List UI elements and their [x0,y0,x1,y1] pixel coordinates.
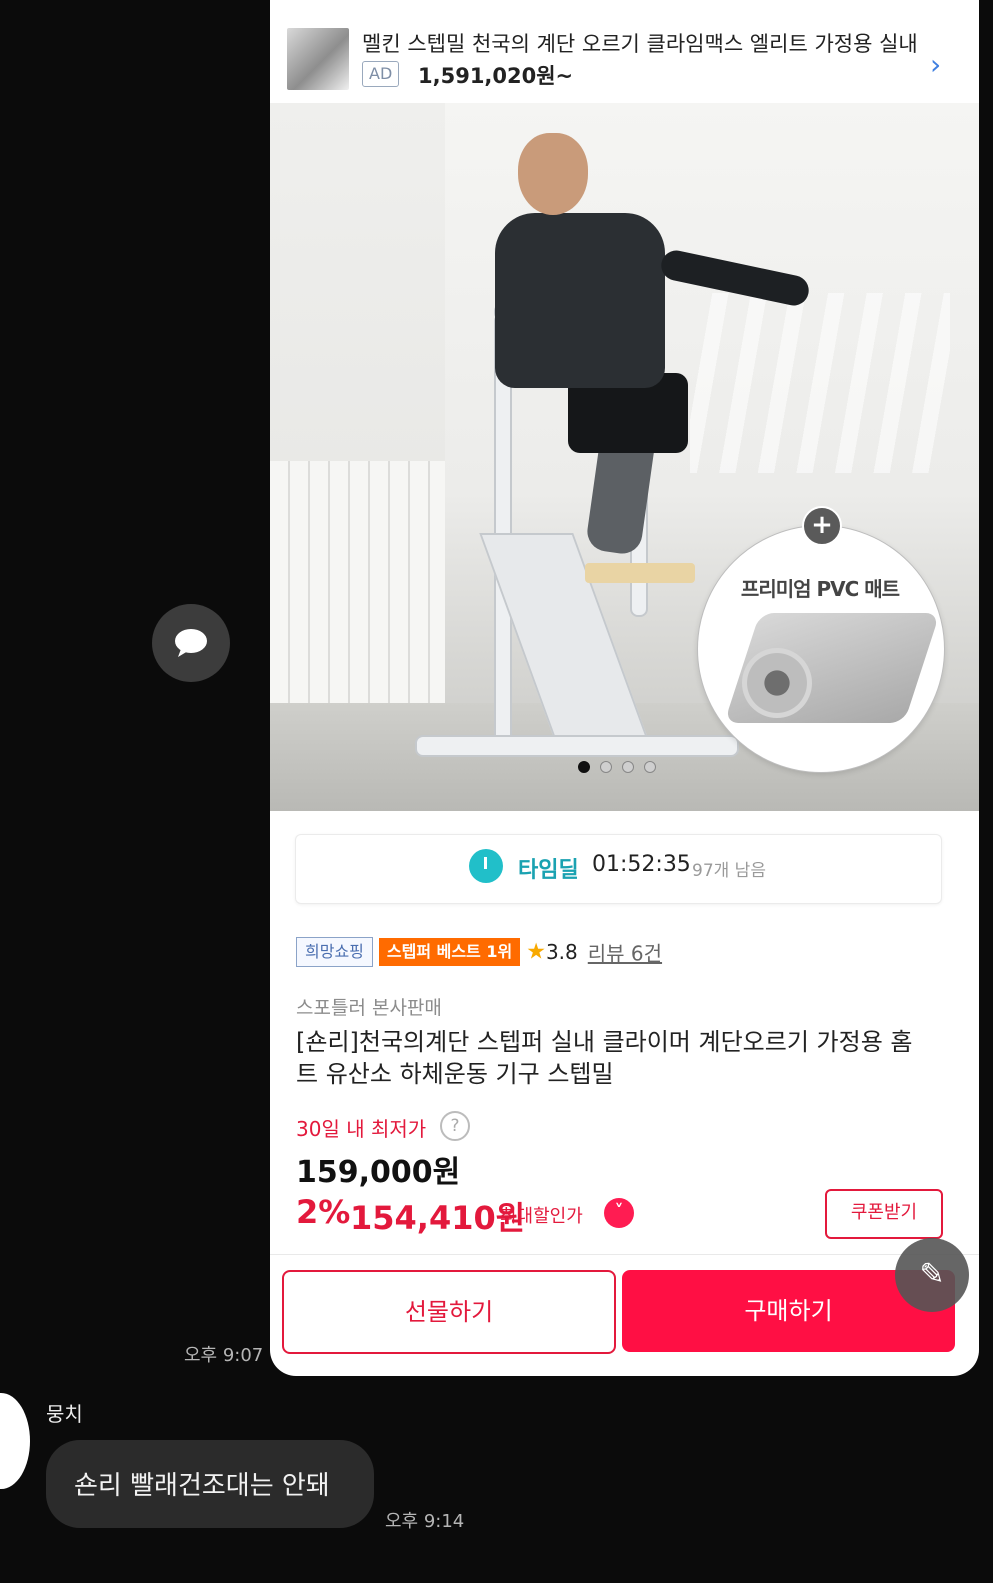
ad-price: 1,591,020원~ [418,64,574,88]
promo-title: 프리미엄 PVC 매트 [740,577,900,601]
discount-price: 154,410원 [350,1199,526,1237]
avatar[interactable] [0,1393,30,1489]
person-head [518,133,588,215]
alarm-clock-icon [469,849,503,883]
carousel-dot[interactable] [644,761,656,773]
gift-button[interactable]: 선물하기 [282,1270,616,1354]
timedeal-countdown: 01:52:35 [592,852,691,877]
speech-bubble-icon [175,629,207,657]
original-price: 159,000원 [296,1155,461,1190]
message-bubble[interactable]: 숀리 빨래건조대는 안돼 [46,1440,374,1528]
chevron-right-icon[interactable]: › [930,48,941,81]
carousel-dots[interactable] [578,758,666,777]
shared-product-card[interactable]: 멜킨 스텝밀 천국의 계단 오르기 클라임맥스 엘리트 가정용 실내 홈 AD … [270,0,979,1376]
message-time: 오후 9:07 [184,1345,264,1366]
timedeal-label: 타임딜 [518,858,579,883]
coupon-button[interactable]: 쿠폰받기 [825,1189,943,1239]
ad-thumbnail [287,28,349,90]
sender-name: 뭉치 [46,1402,83,1426]
star-icon: ★ [526,939,546,965]
stepper-base [415,735,739,757]
product-title: [숀리]천국의계단 스텝퍼 실내 클라이머 계단오르기 가정용 홈트 유산소 하… [296,1028,913,1088]
best-rank-badge: 스텝퍼 베스트 1위 [378,938,521,966]
lowest-price-label: 30일 내 최저가 [296,1117,427,1141]
plus-icon: + [802,506,842,546]
discount-rate: 2% [296,1193,351,1231]
timedeal-remaining: 97개 남음 [692,861,766,881]
carousel-dot[interactable] [600,761,612,773]
stepper-step [585,563,695,583]
person-torso [495,213,665,388]
ad-badge: AD [362,61,400,87]
badge-row: 희망쇼핑 스텝퍼 베스트 1위 ★3.8 리뷰 6건 [296,937,662,967]
chevron-down-icon[interactable]: ˅ [604,1198,634,1228]
mat-roll-image [742,648,812,718]
carousel-dot[interactable] [622,761,634,773]
max-discount-label: 최대할인가 [500,1206,583,1227]
ad-title: 멜킨 스텝밀 천국의 계단 오르기 클라임맥스 엘리트 가정용 실내 홈 [362,32,922,56]
question-mark-icon[interactable]: ? [440,1111,470,1141]
divider [270,1254,979,1255]
ad-banner[interactable]: 멜킨 스텝밀 천국의 계단 오르기 클라임맥스 엘리트 가정용 실내 홈 AD … [270,0,979,104]
pencil-icon[interactable]: ✎ [895,1238,969,1312]
carousel-dot[interactable] [578,761,590,773]
seller-name[interactable]: 스포틀러 본사판매 [296,993,442,1020]
message-time: 오후 9:14 [385,1511,465,1532]
review-count-link[interactable]: 리뷰 6건 [588,942,662,966]
hope-shopping-badge: 희망쇼핑 [296,937,373,967]
rating-score: 3.8 [545,940,578,964]
timedeal-box: 타임딜 01:52:35 97개 남음 [295,834,942,904]
image-light [690,293,950,473]
product-image-carousel[interactable]: 프리미엄 PVC 매트 + [270,103,979,811]
reply-button[interactable] [152,604,230,682]
message-text: 숀리 빨래건조대는 안돼 [74,1471,330,1501]
